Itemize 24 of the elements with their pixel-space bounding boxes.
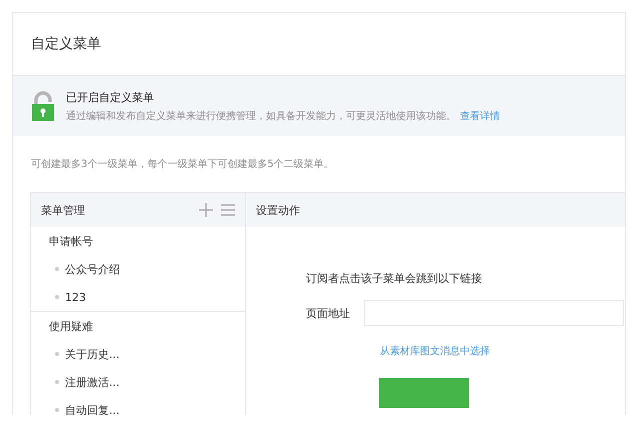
panel-title: 设置动作: [256, 202, 300, 218]
action-description: 订阅者点击该子菜单会跳到以下链接: [306, 271, 483, 286]
menu-item[interactable]: 使用疑难: [31, 312, 245, 340]
page-title: 自定义菜单: [31, 35, 101, 53]
notice-title: 已开启自定义菜单: [66, 90, 155, 104]
bullet-icon: [55, 267, 59, 271]
submenu-item[interactable]: 关于历史...: [65, 346, 120, 362]
panel-title: 菜单管理: [41, 202, 85, 218]
url-field[interactable]: [364, 300, 624, 326]
plus-icon[interactable]: [199, 203, 213, 217]
notice-text: 通过编辑和发布自定义菜单来进行便携管理，如具备开发能力，可更灵活地使用该功能。: [66, 110, 456, 122]
submenu-item[interactable]: 123: [65, 290, 86, 304]
field-label: 页面地址: [306, 306, 350, 320]
submenu-item[interactable]: 公众号介绍: [65, 262, 120, 276]
menu-icon[interactable]: [221, 204, 235, 216]
padlock-icon: [32, 91, 54, 121]
bullet-icon: [55, 295, 59, 299]
bullet-icon: [55, 408, 59, 412]
bullet-icon: [55, 352, 59, 356]
tip-text: 可创建最多3个一级菜单，每个一级菜单下可创建最多5个二级菜单。: [31, 158, 334, 171]
bullet-icon: [55, 380, 59, 384]
submenu-item[interactable]: 注册激活...: [65, 374, 120, 390]
submenu-item[interactable]: 自动回复...: [65, 402, 120, 415]
menu-item[interactable]: 申请帐号: [31, 227, 245, 255]
